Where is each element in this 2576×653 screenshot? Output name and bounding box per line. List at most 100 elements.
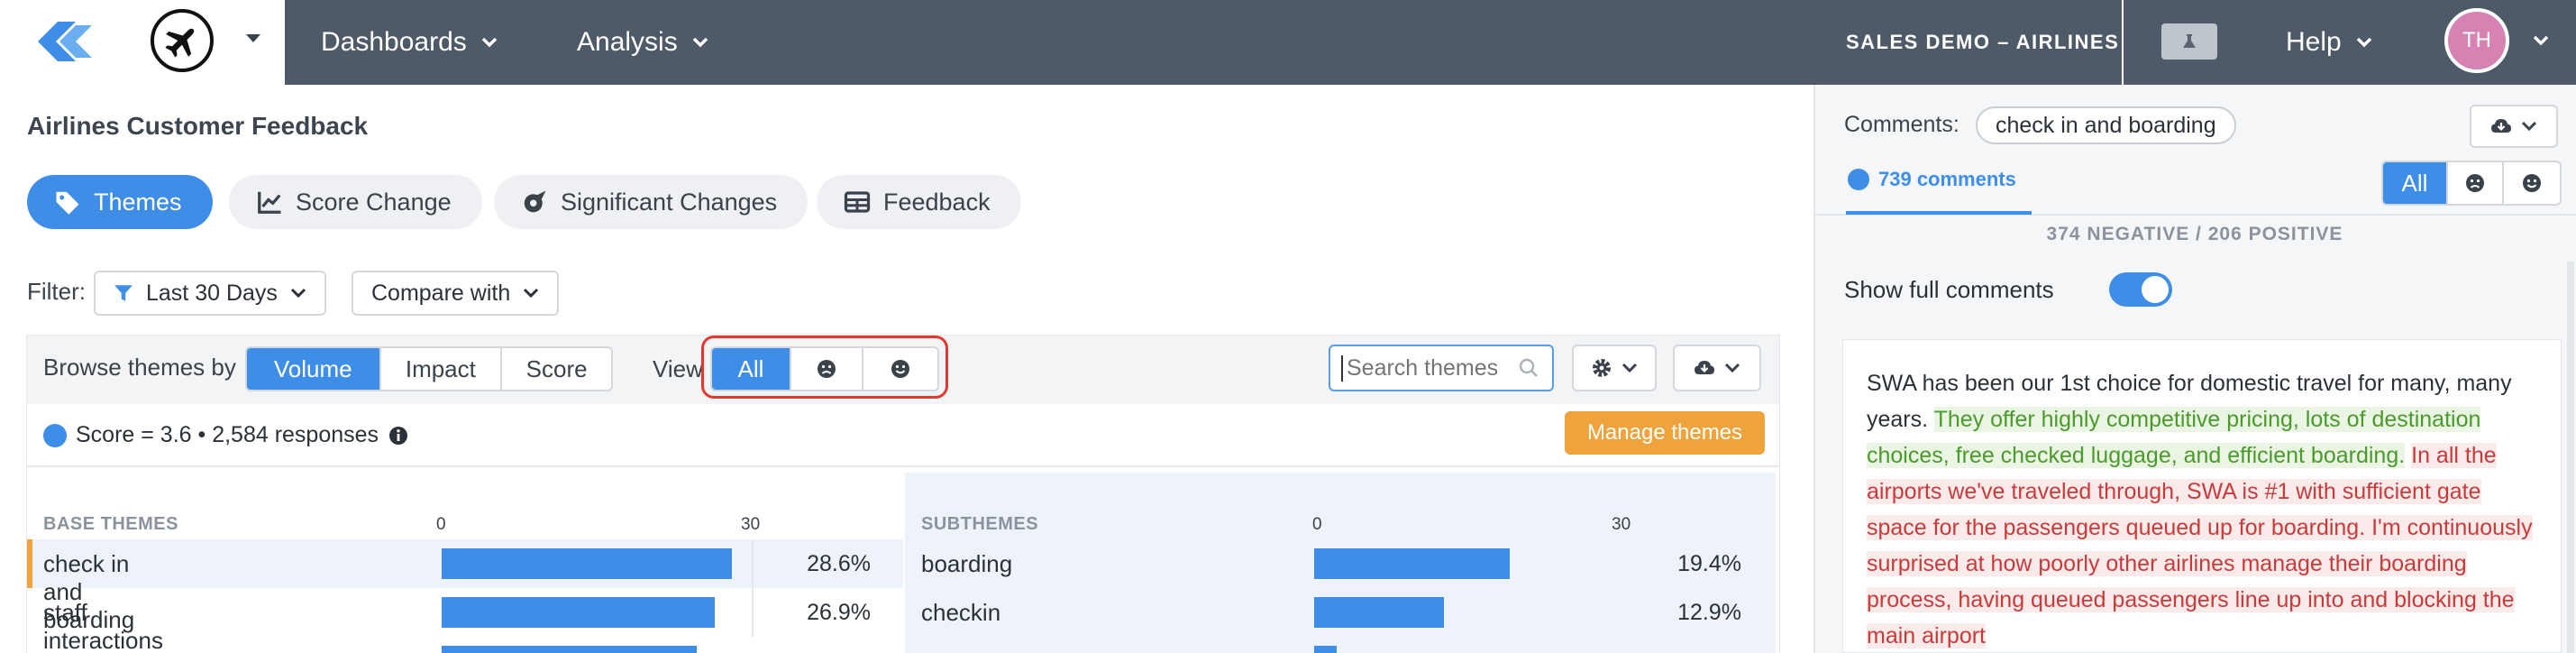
subtheme-label[interactable]: checkin xyxy=(921,599,1000,627)
compare-with-dropdown[interactable]: Compare with xyxy=(352,271,560,316)
comments-count-tab[interactable]: 739 comments xyxy=(1848,168,2016,191)
avatar[interactable]: TH xyxy=(2444,8,2509,73)
sentiment-summary: 374 NEGATIVE / 206 POSITIVE xyxy=(2046,224,2343,244)
chevron-down-icon xyxy=(481,37,497,48)
help-label: Help xyxy=(2286,27,2342,57)
comments-download-dropdown[interactable] xyxy=(2470,105,2558,148)
airline-brand-icon[interactable] xyxy=(151,9,214,72)
base-theme-label[interactable]: staff interactions xyxy=(43,599,163,653)
score-summary-text: Score = 3.6 • 2,584 responses xyxy=(76,422,379,447)
filter-icon xyxy=(114,285,132,301)
comment-card: SWA has been our 1st choice for domestic… xyxy=(1842,339,2562,653)
smile-icon xyxy=(2523,174,2541,192)
base-axis-tick-max: 30 xyxy=(741,515,761,534)
help-menu[interactable]: Help xyxy=(2286,0,2372,85)
chevron-down-icon xyxy=(2521,121,2537,132)
tab-underline xyxy=(1846,211,2032,215)
base-theme-percent: 26.9% xyxy=(807,600,871,625)
comment-positive-text: They offer highly competitive pricing, l… xyxy=(1867,407,2481,468)
row-separator xyxy=(752,539,754,588)
page-title: Airlines Customer Feedback xyxy=(27,112,369,140)
comments-filter-positive[interactable] xyxy=(2502,162,2560,204)
view-label: View xyxy=(653,355,703,382)
score-summary: Score = 3.6 • 2,584 responses xyxy=(43,422,409,448)
subtheme-label[interactable]: boarding xyxy=(921,550,1012,578)
browse-score[interactable]: Score xyxy=(500,348,611,390)
chevron-down-icon xyxy=(692,37,708,48)
comments-count-label: 739 comments xyxy=(1878,168,2016,190)
base-theme-bar[interactable] xyxy=(442,548,732,579)
download-dropdown[interactable] xyxy=(1673,345,1761,391)
comments-scrollbar[interactable] xyxy=(2567,262,2574,653)
base-theme-bar[interactable] xyxy=(442,597,715,628)
show-full-toggle[interactable] xyxy=(2109,272,2172,307)
flask-icon[interactable] xyxy=(2161,23,2217,60)
comments-filter-all[interactable]: All xyxy=(2383,162,2446,204)
chevron-down-icon xyxy=(2356,37,2371,48)
selected-row-marker xyxy=(27,539,32,588)
tab-label: Significant Changes xyxy=(561,188,778,216)
score-dot xyxy=(43,423,67,447)
tab-feedback[interactable]: Feedback xyxy=(817,175,1021,229)
subtheme-bar[interactable] xyxy=(1314,597,1444,628)
chevron-down-icon xyxy=(524,288,539,299)
view-positive[interactable] xyxy=(862,348,937,390)
brand-caret-icon[interactable] xyxy=(245,32,261,45)
chevron-down-icon xyxy=(1724,363,1740,373)
base-theme-percent: 28.6% xyxy=(807,551,871,576)
nav-analysis[interactable]: Analysis xyxy=(577,0,708,85)
browse-volume[interactable]: Volume xyxy=(247,348,379,390)
sub-axis-tick-max: 30 xyxy=(1612,515,1631,534)
browse-impact[interactable]: Impact xyxy=(379,348,501,390)
view-segmented: All xyxy=(710,346,939,391)
chevron-down-icon xyxy=(1621,363,1638,373)
tab-label: Score Change xyxy=(296,188,452,216)
base-themes-header: BASE THEMES xyxy=(43,514,178,534)
date-range-dropdown[interactable]: Last 30 Days xyxy=(94,271,326,316)
row-separator xyxy=(752,588,754,637)
view-negative[interactable] xyxy=(790,348,862,390)
settings-dropdown[interactable] xyxy=(1572,345,1657,391)
filter-label: Filter: xyxy=(27,278,86,305)
rocket-icon xyxy=(524,190,546,213)
search-icon xyxy=(1519,358,1538,377)
tab-label: Themes xyxy=(94,188,182,216)
nav-dashboards[interactable]: Dashboards xyxy=(321,0,498,85)
search-themes[interactable] xyxy=(1329,345,1554,391)
comments-dot xyxy=(1848,169,1869,190)
comments-filter-negative[interactable] xyxy=(2446,162,2502,204)
show-full-label: Show full comments xyxy=(1844,276,2054,303)
subtheme-percent: 19.4% xyxy=(1677,551,1741,576)
info-icon[interactable] xyxy=(388,425,409,446)
search-input[interactable] xyxy=(1341,354,1512,382)
selected-theme-chip[interactable]: check in and boarding xyxy=(1976,106,2236,144)
browse-label: Browse themes by xyxy=(43,354,236,381)
nav-dashboards-label: Dashboards xyxy=(321,27,467,57)
date-range-label: Last 30 Days xyxy=(146,280,278,306)
tab-significant-changes[interactable]: Significant Changes xyxy=(494,175,808,229)
topbar-divider xyxy=(2122,0,2124,85)
line-chart-icon xyxy=(258,191,281,214)
org-name[interactable]: SALES DEMO – AIRLINES xyxy=(1846,0,2119,85)
gear-icon xyxy=(1593,359,1611,377)
tag-icon xyxy=(56,191,79,215)
comments-label: Comments: xyxy=(1844,112,1959,137)
subtheme-bar[interactable] xyxy=(1314,548,1510,579)
frown-icon xyxy=(2466,174,2484,192)
table-icon xyxy=(844,191,871,213)
frown-icon xyxy=(818,360,836,378)
tab-label: Feedback xyxy=(883,188,991,216)
tab-themes[interactable]: Themes xyxy=(27,175,213,229)
tab-score-change[interactable]: Score Change xyxy=(229,175,482,229)
browse-by-segmented: Volume Impact Score xyxy=(245,346,613,391)
cloud-download-icon xyxy=(2491,119,2511,133)
chevron-down-icon[interactable] xyxy=(2533,34,2549,47)
app-logo-icon[interactable] xyxy=(36,18,94,63)
cloud-download-icon xyxy=(1694,361,1714,374)
view-all[interactable]: All xyxy=(712,348,790,390)
comments-sentiment-filter: All xyxy=(2381,161,2562,206)
base-theme-bar[interactable] xyxy=(442,646,697,653)
smile-icon xyxy=(891,360,909,378)
manage-themes-button[interactable]: Manage themes xyxy=(1565,411,1765,455)
subtheme-bar[interactable] xyxy=(1314,646,1337,653)
